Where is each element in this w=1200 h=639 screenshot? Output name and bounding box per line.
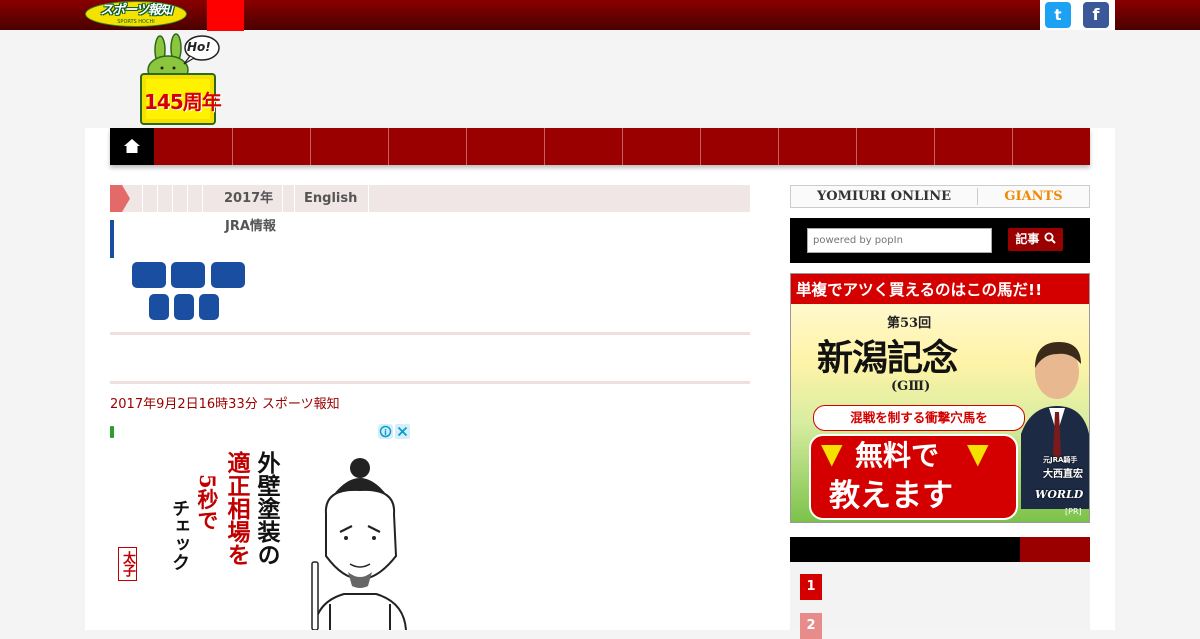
- ranking-list: [790, 562, 1090, 630]
- triangle-icon: ▼: [821, 437, 843, 470]
- nav-home[interactable]: [110, 128, 154, 165]
- banner-teach: 教えます: [829, 478, 953, 514]
- share-button[interactable]: [171, 262, 205, 288]
- breadcrumb: [110, 185, 750, 212]
- header-red-block: [207, 0, 244, 31]
- advertisement[interactable]: 外壁塗装の 適正相場を 5秒で チェック 太子: [110, 424, 410, 630]
- race-banner-ad[interactable]: 単複でアツく買えるのはこの馬だ!! 第53回 新潟記念 (GⅢ) 混戦を制する衝…: [790, 273, 1090, 523]
- rank-number: 1: [800, 574, 822, 600]
- search-icon: [1044, 232, 1056, 244]
- nav-item-4[interactable]: [388, 128, 466, 165]
- anniversary-text: 145周年: [144, 90, 222, 114]
- twitter-icon[interactable]: t: [1045, 2, 1071, 28]
- article-paragraph: [430, 425, 750, 533]
- ad-text: 適正相場を: [223, 451, 250, 566]
- ranking-header-tab[interactable]: [1020, 537, 1090, 562]
- search-button[interactable]: 記事: [1008, 228, 1063, 251]
- nav-item-9[interactable]: [778, 128, 856, 165]
- share-button[interactable]: [211, 262, 245, 288]
- yomiuri-online-link[interactable]: YOMIURI ONLINE: [791, 186, 977, 207]
- breadcrumb-date[interactable]: 2017年: [224, 185, 273, 212]
- nav-item-7[interactable]: [622, 128, 700, 165]
- home-icon: [124, 139, 140, 153]
- nav-item-1[interactable]: [154, 128, 232, 165]
- banner-person-name: 大西直宏: [1043, 469, 1083, 480]
- partner-links: YOMIURI ONLINE GIANTS: [790, 185, 1090, 208]
- mascot-speech: Ho!: [187, 40, 211, 54]
- nav-item-5[interactable]: [466, 128, 544, 165]
- nav-item-12[interactable]: [1012, 128, 1090, 165]
- nav-item-2[interactable]: [232, 128, 310, 165]
- banner-brand: WORLD: [1035, 488, 1084, 501]
- ad-text: 外壁塗装の: [253, 451, 280, 566]
- giants-link[interactable]: GIANTS: [978, 186, 1089, 207]
- ad-text: 5秒で: [195, 474, 220, 531]
- site-logo[interactable]: スポーツ報知 SPORTS HOCHI: [85, 1, 187, 27]
- breadcrumb-english[interactable]: English: [304, 185, 357, 212]
- search-input[interactable]: [807, 228, 992, 253]
- facebook-icon[interactable]: f: [1083, 2, 1109, 28]
- logo-text: スポーツ報知: [100, 3, 173, 18]
- breadcrumb-jra[interactable]: JRA情報: [225, 213, 276, 240]
- triangle-icon: ▼: [967, 437, 989, 470]
- divider: [110, 381, 750, 384]
- article-paragraph: [430, 553, 750, 630]
- banner-headline: 単複でアツく買えるのはこの馬だ!!: [796, 281, 1043, 299]
- ad-marker: [110, 426, 114, 438]
- article-date: 2017年9月2日16時33分 スポーツ報知: [110, 397, 340, 412]
- nav-item-11[interactable]: [934, 128, 1012, 165]
- share-button[interactable]: [149, 294, 169, 320]
- search-button-label: 記事: [1015, 232, 1040, 246]
- share-button[interactable]: [132, 262, 166, 288]
- prince-illustration: [311, 458, 407, 630]
- nav-item-10[interactable]: [856, 128, 934, 165]
- breadcrumb-arrow-icon: [110, 185, 130, 212]
- banner-race-name: 新潟記念: [817, 337, 958, 379]
- banner-pr: [PR]: [1065, 507, 1082, 516]
- svg-text:i: i: [384, 428, 387, 437]
- nav-item-3[interactable]: [310, 128, 388, 165]
- banner-copy: 混戦を制する衝撃穴馬を: [813, 405, 1025, 431]
- nav-item-6[interactable]: [544, 128, 622, 165]
- rank-number: 2: [800, 613, 822, 639]
- banner-grade: (GⅢ): [891, 379, 931, 394]
- ad-text: チェック: [169, 499, 190, 571]
- banner-person-title: 元JRA騎手: [1043, 456, 1078, 464]
- section-marker: [110, 220, 114, 258]
- ad-choices[interactable]: i: [378, 424, 410, 440]
- nav-item-8[interactable]: [700, 128, 778, 165]
- divider: [110, 332, 750, 335]
- share-button[interactable]: [199, 294, 219, 320]
- share-button[interactable]: [174, 294, 194, 320]
- banner-free: 無料で: [855, 439, 940, 472]
- ad-stamp: 太子: [118, 547, 137, 581]
- person-photo: [1021, 342, 1089, 509]
